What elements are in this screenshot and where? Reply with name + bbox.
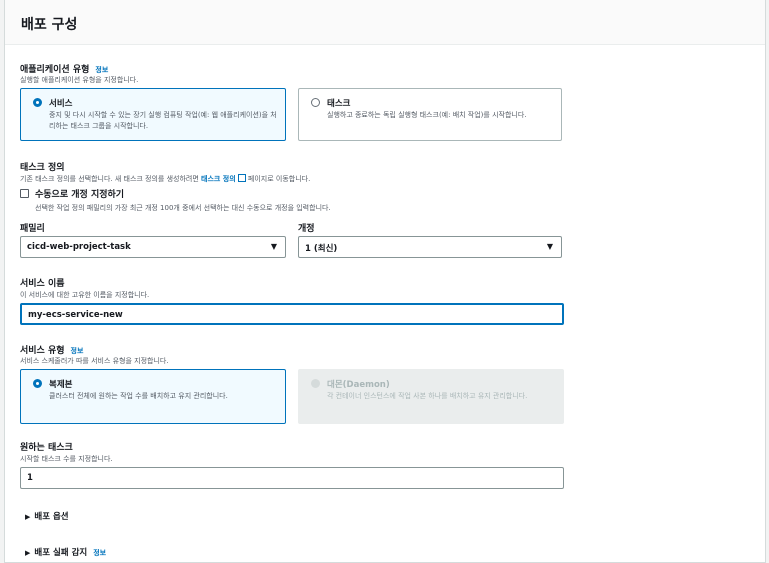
replica-option-description: 클러스터 전체에 원하는 작업 수를 배치하고 유지 관리합니다.: [49, 392, 228, 400]
app-type-description: 실행할 애플리케이션 유형을 지정합니다.: [20, 76, 139, 84]
manual-revision-label[interactable]: 수동으로 개정 지정하기: [35, 187, 124, 200]
external-link-icon[interactable]: [237, 174, 246, 182]
manual-revision-checkbox[interactable]: [20, 189, 29, 198]
deploy-options-expander[interactable]: ▶ 배포 옵션: [25, 510, 69, 522]
desired-tasks-label: 원하는 태스크: [20, 443, 73, 453]
revision-select[interactable]: 1 (최신) ▼: [298, 236, 562, 258]
service-type-option-replica[interactable]: 복제본 클러스터 전체에 원하는 작업 수를 배치하고 유지 관리합니다.: [20, 369, 286, 424]
service-option-title: 서비스: [49, 99, 73, 109]
deploy-options-label: 배포 옵션: [34, 512, 69, 522]
service-type-label-row: 서비스 유형 정보: [20, 343, 83, 356]
revision-select-value: 1 (최신): [305, 244, 338, 254]
daemon-option-title: 대몬(Daemon): [327, 380, 390, 390]
failure-detection-info-link[interactable]: 정보: [93, 549, 106, 557]
task-definition-description: 기존 태스크 정의를 선택합니다. 새 태스크 정의를 생성하려면 태스크 정의…: [20, 173, 310, 184]
task-radio[interactable]: [311, 98, 320, 107]
task-definition-desc-suffix: 페이지로 이동합니다.: [245, 175, 311, 183]
app-type-label-row: 애플리케이션 유형 정보: [20, 62, 108, 75]
expand-arrow-icon: ▶: [25, 513, 31, 521]
family-select-value: cicd-web-project-task: [27, 242, 131, 252]
service-type-option-daemon: 대몬(Daemon) 각 컨테이너 인스턴스에 작업 사본 하나를 배치하고 유…: [298, 369, 564, 424]
caret-down-icon: ▼: [270, 242, 277, 251]
deployment-config-panel: 배포 구성 애플리케이션 유형 정보 실행할 애플리케이션 유형을 지정합니다. …: [4, 0, 766, 563]
daemon-option-description: 각 컨테이너 인스턴스에 작업 사본 하나를 배치하고 유지 관리합니다.: [327, 392, 528, 400]
expand-arrow-icon: ▶: [25, 549, 31, 557]
app-type-label: 애플리케이션 유형: [20, 65, 90, 75]
service-name-label: 서비스 이름: [20, 279, 65, 289]
revision-label: 개정: [298, 224, 315, 234]
service-type-info-link[interactable]: 정보: [71, 347, 84, 355]
service-name-input[interactable]: my-ecs-service-new: [20, 303, 564, 325]
desired-tasks-value: 1: [27, 473, 33, 483]
family-select[interactable]: cicd-web-project-task ▼: [20, 236, 286, 258]
panel-title: 배포 구성: [21, 17, 78, 33]
desired-tasks-description: 시작할 태스크 수를 지정합니다.: [20, 455, 113, 463]
replica-option-title: 복제본: [49, 380, 73, 390]
failure-detection-expander[interactable]: ▶ 배포 실패 감지 정보: [25, 546, 106, 558]
replica-radio[interactable]: [33, 379, 42, 388]
service-type-description: 서비스 스케줄러가 따를 서비스 유형을 지정합니다.: [20, 357, 169, 365]
task-definition-link[interactable]: 태스크 정의: [201, 175, 236, 183]
panel-header: 배포 구성: [5, 0, 765, 45]
failure-detection-label: 배포 실패 감지: [34, 548, 88, 558]
app-type-option-service[interactable]: 서비스 중지 및 다시 시작할 수 있는 장기 실행 컴퓨팅 작업(예: 웹 애…: [20, 88, 286, 141]
task-definition-desc-prefix: 기존 태스크 정의를 선택합니다. 새 태스크 정의를 생성하려면: [20, 175, 202, 183]
daemon-radio: [311, 379, 320, 388]
service-name-description: 이 서비스에 대한 고유한 이름을 지정합니다.: [20, 291, 150, 299]
service-name-value: my-ecs-service-new: [28, 310, 123, 320]
manual-revision-description: 선택한 작업 정의 패밀리의 가장 최근 개정 100개 중에서 선택하는 대신…: [35, 204, 331, 212]
service-type-label: 서비스 유형: [20, 346, 65, 356]
caret-down-icon: ▼: [546, 242, 553, 251]
app-type-info-link[interactable]: 정보: [95, 66, 108, 74]
app-type-option-task[interactable]: 태스크 실행하고 종료하는 독립 실행형 태스크(예: 배치 작업)를 시작합니…: [298, 88, 562, 141]
desired-tasks-input[interactable]: 1: [20, 467, 564, 489]
task-option-description: 실행하고 종료하는 독립 실행형 태스크(예: 배치 작업)를 시작합니다.: [327, 111, 527, 119]
service-option-description: 중지 및 다시 시작할 수 있는 장기 실행 컴퓨팅 작업(예: 웹 애플리케이…: [49, 111, 277, 130]
family-label: 패밀리: [20, 224, 45, 234]
task-option-title: 태스크: [327, 99, 351, 109]
service-radio[interactable]: [33, 98, 42, 107]
task-definition-label: 태스크 정의: [20, 163, 65, 173]
